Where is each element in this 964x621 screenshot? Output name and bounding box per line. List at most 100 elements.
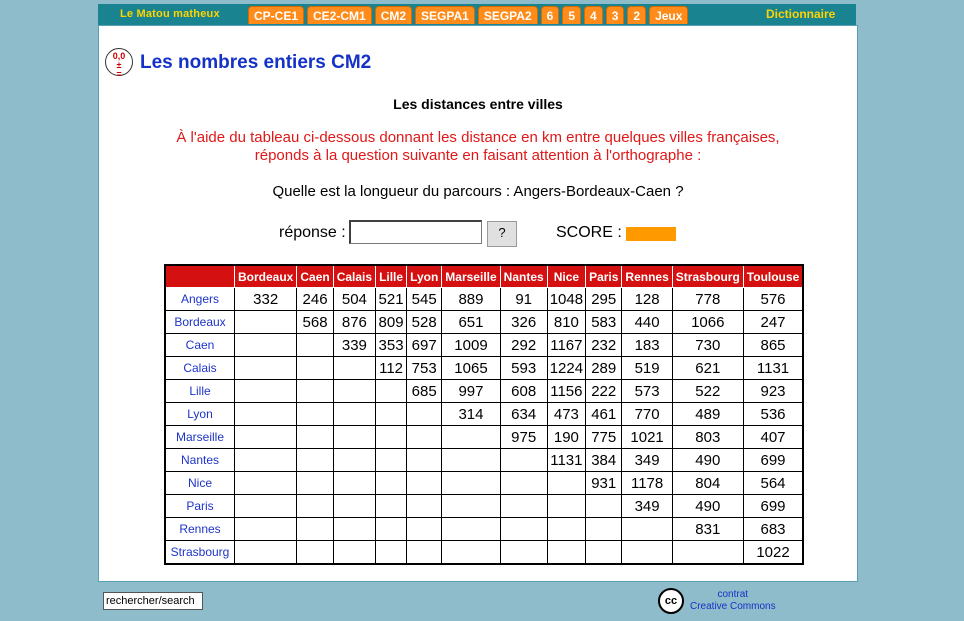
distance-cell: 519 [621, 356, 673, 380]
column-header-marseille: Marseille [441, 264, 501, 288]
distance-cell: 975 [499, 425, 548, 449]
license-link[interactable]: contrat Creative Commons [690, 589, 776, 613]
distance-cell: 889 [441, 287, 501, 311]
nav-tab-4[interactable]: 4 [584, 6, 603, 24]
distance-cell [332, 517, 377, 541]
nav-tab-segpa2[interactable]: SEGPA2 [477, 6, 538, 24]
distance-cell [332, 379, 377, 403]
distance-cell: 490 [671, 494, 744, 518]
nav-tab-6[interactable]: 6 [540, 6, 560, 24]
nav-tab-ce2-cm1[interactable]: CE2-CM1 [307, 6, 372, 24]
distance-cell: 1065 [441, 356, 501, 380]
distance-cell [621, 517, 673, 541]
site-brand-link[interactable]: Le Matou matheux [120, 8, 220, 20]
column-header-bordeaux: Bordeaux [233, 264, 298, 288]
distance-cell: 91 [499, 287, 548, 311]
table-row: Strasbourg 1022 [164, 540, 804, 565]
distance-cell [406, 425, 443, 449]
answer-input[interactable] [349, 220, 482, 244]
creative-commons-icon[interactable]: cc [658, 588, 684, 614]
distance-cell: 349 [621, 494, 673, 518]
nav-tab-segpa1[interactable]: SEGPA1 [415, 6, 475, 24]
distance-cell: 1178 [621, 471, 673, 495]
search-input[interactable]: rechercher/search [103, 592, 203, 610]
distance-cell: 295 [585, 287, 623, 311]
help-button[interactable]: ? [487, 221, 517, 247]
page-title: Les nombres entiers CM2 [140, 52, 372, 73]
distance-cell [546, 517, 587, 541]
distance-cell: 685 [406, 379, 443, 403]
distance-cell: 332 [233, 287, 298, 311]
distance-cell: 190 [546, 425, 587, 449]
distance-cell [296, 448, 334, 472]
nav-tab-cp-ce1[interactable]: CP-CE1 [248, 6, 305, 24]
distance-cell: 246 [296, 287, 334, 311]
distance-cell [233, 471, 298, 495]
table-row: Caen 339 353 697 1009 292 1167 232 183 730 865 [164, 333, 804, 357]
distance-cell [296, 517, 334, 541]
table-row: Bordeaux 568 876 809 528 651 326 810 583 440 1066 2… [164, 310, 804, 334]
nav-tab-cm2[interactable]: CM2 [374, 6, 413, 24]
distance-cell: 1048 [546, 287, 587, 311]
math-logo-icon: 0,0 ± = [105, 48, 133, 79]
dictionary-link[interactable]: Dictionnaire [766, 7, 835, 21]
column-header-calais: Calais [332, 264, 377, 288]
distance-cell [375, 448, 408, 472]
distance-cell [375, 540, 408, 565]
distance-cell [332, 425, 377, 449]
distance-cell [296, 494, 334, 518]
distance-cell: 545 [406, 287, 443, 311]
distance-cell: 504 [332, 287, 377, 311]
nav-tab-jeux[interactable]: Jeux [649, 6, 689, 24]
distance-cell: 697 [406, 333, 443, 357]
level-tabs: CP-CE1 CE2-CM1 CM2 SEGPA1 SEGPA2 6 5 4 3 2 Jeux [248, 6, 691, 25]
license-line-1: contrat [717, 589, 749, 600]
distance-cell [296, 540, 334, 565]
column-header-toulouse: Toulouse [742, 264, 804, 288]
nav-tab-3[interactable]: 3 [605, 6, 625, 24]
row-header-caen: Caen [164, 333, 235, 357]
distance-cell [499, 471, 548, 495]
distance-cell: 536 [742, 402, 804, 426]
column-header-nice: Nice [546, 264, 587, 288]
table-row: Marseille 975 190 775 1021 803 407 [164, 425, 804, 449]
column-header-lyon: Lyon [406, 264, 443, 288]
row-header-lyon: Lyon [164, 402, 235, 426]
distance-cell [546, 471, 587, 495]
distance-cell: 1021 [621, 425, 673, 449]
answer-label: réponse : [279, 224, 346, 241]
distance-cell: 770 [621, 402, 673, 426]
nav-tab-2[interactable]: 2 [627, 6, 647, 24]
column-header-caen: Caen [296, 264, 334, 288]
distance-cell [375, 471, 408, 495]
distance-cell [296, 425, 334, 449]
distance-cell [406, 471, 443, 495]
distance-cell: 634 [499, 402, 548, 426]
nav-tab-5[interactable]: 5 [562, 6, 582, 24]
distance-cell [233, 356, 298, 380]
instructions-line-2: réponds à la question suivante en faisan… [254, 147, 702, 164]
distance-cell [671, 540, 744, 565]
distance-cell [296, 379, 334, 403]
distance-cell [375, 402, 408, 426]
distance-cell: 1224 [546, 356, 587, 380]
distance-cell: 349 [621, 448, 673, 472]
distance-cell [585, 517, 623, 541]
distance-cell: 292 [499, 333, 548, 357]
distance-cell [585, 540, 623, 565]
distance-cell: 128 [621, 287, 673, 311]
distance-cell: 1066 [671, 310, 744, 334]
distance-cell: 803 [671, 425, 744, 449]
distance-cell [406, 494, 443, 518]
row-header-calais: Calais [164, 356, 235, 380]
distance-cell: 473 [546, 402, 587, 426]
distance-cell: 608 [499, 379, 548, 403]
distance-cell [233, 448, 298, 472]
row-header-lille: Lille [164, 379, 235, 403]
distance-cell: 1167 [546, 333, 587, 357]
distance-cell: 384 [585, 448, 623, 472]
row-header-bordeaux: Bordeaux [164, 310, 235, 334]
distance-cell [296, 333, 334, 357]
instructions: À l'aide du tableau ci-dessous donnant l… [99, 129, 857, 165]
distance-cell: 778 [671, 287, 744, 311]
